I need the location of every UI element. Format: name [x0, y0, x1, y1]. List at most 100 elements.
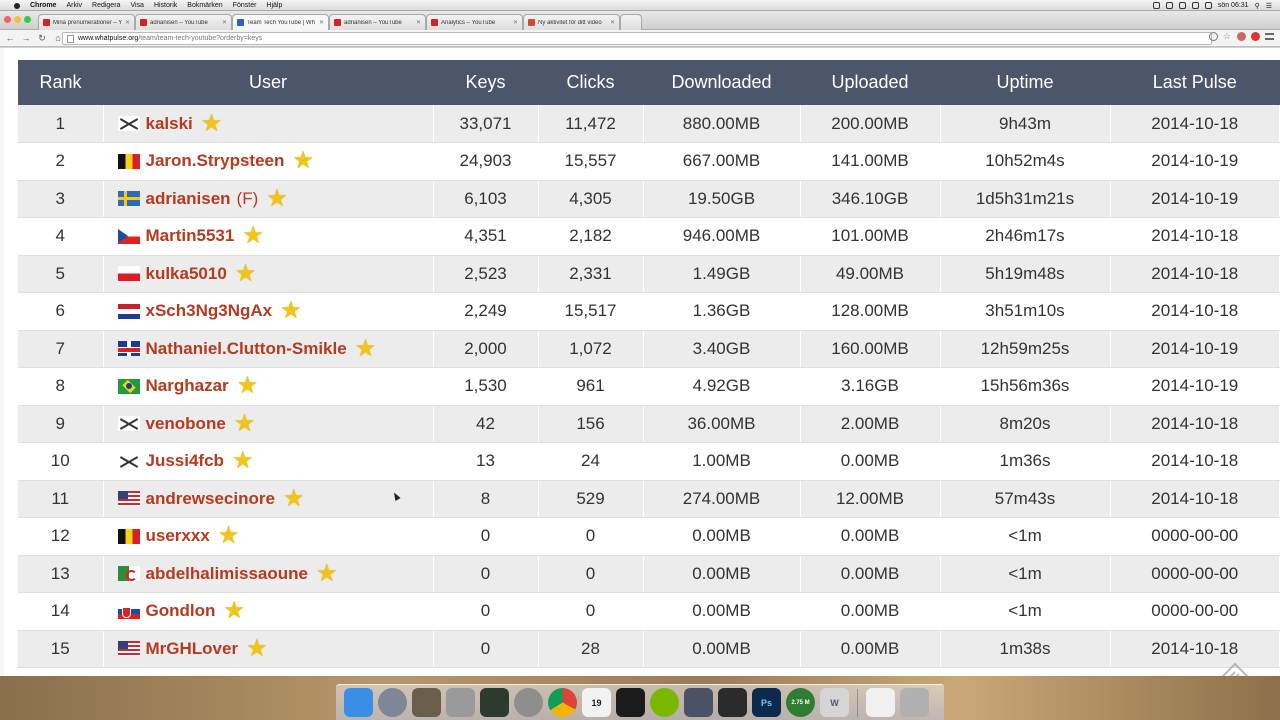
address-path: /team/team-tech-youtube?orderby=keys [138, 35, 263, 42]
downloaded-cell: 880.00MB [643, 105, 801, 143]
search-icon[interactable] [1209, 32, 1218, 41]
adblock-icon[interactable] [1251, 32, 1260, 41]
user-link[interactable]: Jaron.Strypsteen [146, 151, 285, 171]
imovie-icon[interactable] [684, 688, 713, 717]
menu-item-file[interactable]: Arkiv [66, 2, 82, 9]
close-tab-icon[interactable]: ✕ [513, 19, 518, 26]
activity-monitor-icon[interactable] [480, 688, 509, 717]
user-link[interactable]: Nathaniel.Clutton-Smikle [146, 339, 347, 359]
spotify-icon[interactable] [650, 688, 679, 717]
downloaded-cell: 0.00MB [643, 630, 801, 668]
spotlight-icon[interactable]: ⚲ [1255, 2, 1260, 10]
column-uptime[interactable]: Uptime [940, 60, 1110, 105]
user-cell: kalski ★ [103, 105, 434, 143]
column-user[interactable]: User [103, 60, 433, 105]
system-preferences-icon[interactable] [514, 688, 543, 717]
chrome-icon[interactable] [548, 688, 577, 717]
menu-item-edit[interactable]: Redigera [92, 2, 120, 9]
apple-icon[interactable] [12, 1, 22, 10]
clicks-cell: 28 [538, 630, 644, 668]
user-link[interactable]: MrGHLover [146, 639, 239, 659]
notification-center-icon[interactable]: ☰ [1266, 2, 1272, 10]
user-link[interactable]: venobone [146, 414, 226, 434]
extension-icon[interactable] [1237, 32, 1246, 41]
close-tab-icon[interactable]: ✕ [319, 19, 324, 26]
menu-app-name[interactable]: Chrome [30, 2, 56, 9]
word-icon[interactable]: W [820, 688, 849, 717]
menu-item-view[interactable]: Visa [130, 2, 144, 9]
user-link[interactable]: Jussi4fcb [146, 451, 224, 471]
table-row: 11 andrewsecinore ★ 8 529 274.00MB 12.00… [18, 480, 1280, 518]
browser-tab-active[interactable]: Team Tech YouTube | Wh ✕ [232, 14, 329, 30]
column-last-pulse[interactable]: Last Pulse [1110, 60, 1280, 105]
keys-cell: 8 [433, 480, 539, 518]
last-pulse-cell: 2014-10-18 [1110, 442, 1280, 481]
network-monitor-icon[interactable]: 2.75 M [786, 688, 815, 717]
column-uploaded[interactable]: Uploaded [800, 60, 940, 105]
bookmark-star-icon[interactable]: ☆ [1223, 32, 1232, 41]
word-label: W [830, 697, 839, 708]
terminal-icon[interactable] [616, 688, 645, 717]
close-window-icon[interactable] [4, 16, 11, 23]
user-link[interactable]: kalski [146, 114, 193, 134]
minimize-window-icon[interactable] [14, 16, 21, 23]
reload-icon[interactable]: ↻ [36, 32, 48, 44]
trash-icon[interactable] [900, 688, 929, 717]
user-link[interactable]: Narghazar [146, 376, 229, 396]
close-tab-icon[interactable]: ✕ [222, 19, 227, 26]
user-link[interactable]: adrianisen [146, 189, 231, 209]
rank-cell: 6 [18, 292, 104, 331]
tab-title: Mina prenumerationer – Yo [53, 19, 122, 26]
column-keys[interactable]: Keys [433, 60, 538, 105]
menu-item-help[interactable]: Hjälp [266, 2, 282, 9]
battery-icon[interactable] [1204, 2, 1212, 9]
finder-icon[interactable] [344, 688, 373, 717]
menu-item-bookmarks[interactable]: Bokmärken [187, 2, 222, 9]
downloaded-cell: 1.36GB [643, 292, 801, 331]
browser-tab[interactable]: Mina prenumerationer – Yo ✕ [38, 14, 135, 30]
browser-tab[interactable]: Analytics – YouTube ✕ [426, 14, 523, 30]
user-link[interactable]: xSch3Ng3NgAx [146, 301, 273, 321]
user-link[interactable]: kulka5010 [146, 264, 227, 284]
user-link[interactable]: Gondlon [146, 601, 216, 621]
column-downloaded[interactable]: Downloaded [643, 60, 800, 105]
document-icon[interactable] [866, 688, 895, 717]
zoom-window-icon[interactable] [24, 16, 31, 23]
back-arrow-icon[interactable]: ← [4, 32, 16, 44]
close-tab-icon[interactable]: ✕ [610, 19, 615, 26]
keys-cell: 0 [433, 630, 539, 668]
photoshop-icon[interactable]: Ps [752, 688, 781, 717]
user-link[interactable]: abdelhalimissaoune [146, 564, 309, 584]
tray-app-icon[interactable] [1165, 2, 1173, 9]
launchpad-icon[interactable] [378, 688, 407, 717]
user-cell: Narghazar ★ [103, 367, 434, 406]
address-bar[interactable]: www.whatpulse.org/team/team-tech-youtube… [62, 32, 1212, 45]
wifi-icon[interactable] [1178, 2, 1186, 9]
column-clicks[interactable]: Clicks [538, 60, 643, 105]
photo-app-icon[interactable] [412, 688, 441, 717]
browser-tab[interactable]: adrianisen – YouTube ✕ [135, 14, 232, 30]
browser-tab[interactable]: Ny aktivitet för ditt video ✕ [523, 14, 620, 30]
close-tab-icon[interactable]: ✕ [416, 19, 421, 26]
browser-tab[interactable]: adrianisen – YouTube ✕ [329, 14, 426, 30]
new-tab-button[interactable] [620, 14, 642, 30]
uptime-cell: 1d5h31m21s [940, 180, 1111, 218]
volume-icon[interactable] [1191, 2, 1199, 9]
tray-dropbox-icon[interactable] [1152, 2, 1160, 9]
calculator-icon[interactable] [446, 688, 475, 717]
menu-item-history[interactable]: Historik [154, 2, 177, 9]
menu-icon[interactable] [1265, 33, 1274, 40]
close-tab-icon[interactable]: ✕ [125, 19, 130, 26]
user-link[interactable]: andrewsecinore [146, 489, 275, 509]
keys-cell: 2,523 [433, 255, 539, 293]
menubar-clock[interactable]: sön 06:31 [1218, 2, 1249, 9]
column-rank[interactable]: Rank [18, 60, 103, 105]
calendar-icon[interactable]: 19 [582, 688, 611, 717]
user-link[interactable]: userxxx [146, 526, 210, 546]
uptime-cell: 9h43m [940, 105, 1111, 143]
slovakia-flag-icon [117, 603, 140, 619]
user-link[interactable]: Martin5531 [146, 226, 235, 246]
final-cut-icon[interactable] [718, 688, 747, 717]
menu-item-window[interactable]: Fönster [233, 2, 257, 9]
forward-arrow-icon[interactable]: → [20, 32, 32, 44]
